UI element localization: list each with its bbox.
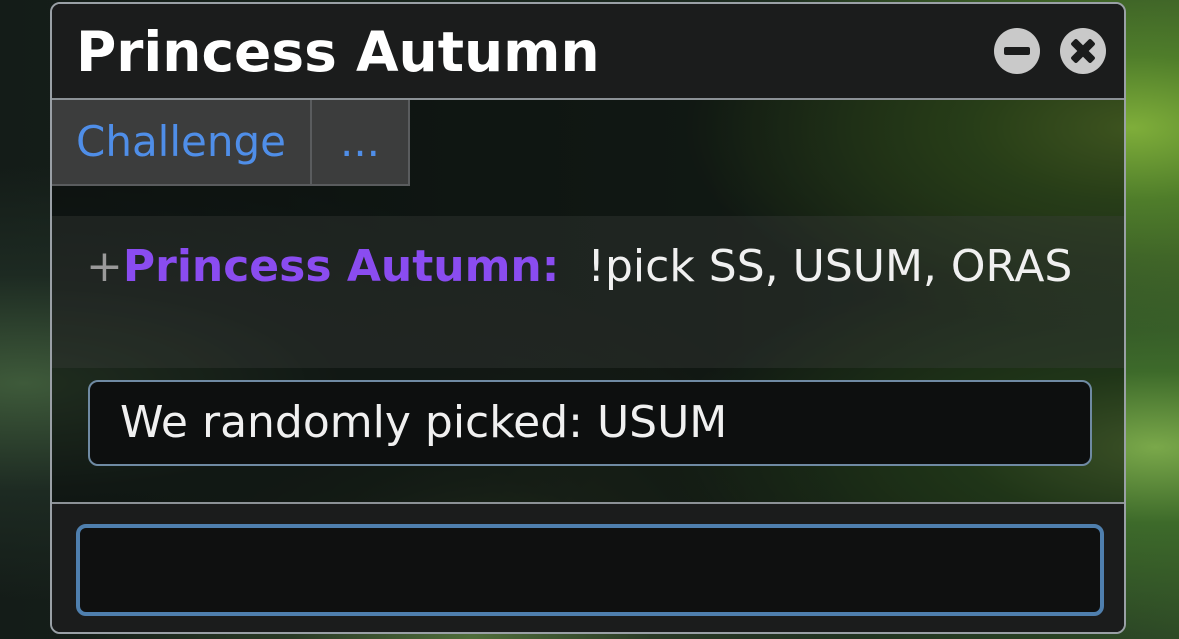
close-icon[interactable]: [1060, 28, 1106, 74]
title-bar: Princess Autumn: [52, 4, 1124, 100]
composer-area: [52, 504, 1124, 632]
pm-window: Princess Autumn Challenge ... +Princess …: [50, 2, 1126, 634]
message-text: !pick SS, USUM, ORAS: [587, 241, 1073, 292]
chat-input[interactable]: [76, 524, 1104, 616]
challenge-button[interactable]: Challenge: [52, 100, 312, 186]
bot-result-box: We randomly picked: USUM: [88, 380, 1092, 466]
minimize-icon[interactable]: [994, 28, 1040, 74]
pm-tabs: Challenge ...: [52, 100, 411, 186]
more-options-button[interactable]: ...: [311, 100, 411, 186]
window-title: Princess Autumn: [76, 20, 600, 84]
chat-message: +Princess Autumn: !pick SS, USUM, ORAS: [52, 216, 1124, 368]
message-author[interactable]: Princess Autumn:: [123, 241, 559, 292]
user-rank-symbol: +: [86, 241, 123, 292]
